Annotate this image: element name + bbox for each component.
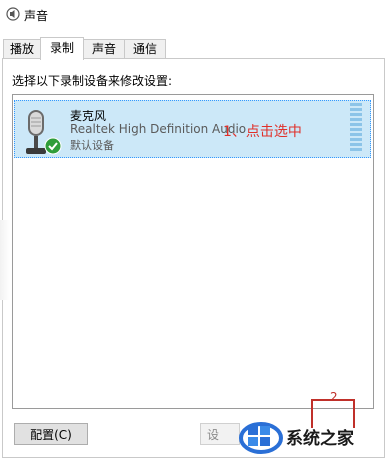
speaker-icon	[6, 7, 20, 21]
annotation-step1: 1、点击选中	[223, 124, 302, 140]
watermark: 系统之家	[230, 412, 388, 458]
watermark-text: 系统之家	[286, 429, 354, 449]
level-meter	[350, 103, 362, 155]
list-shadow	[0, 220, 10, 300]
tab-strip: 播放 录制 声音 通信	[0, 37, 388, 60]
configure-button[interactable]: 配置(C)	[14, 423, 88, 445]
check-circle-icon	[44, 137, 62, 155]
device-status: 默认设备	[70, 139, 114, 152]
annotation-step2-number: 2	[330, 390, 338, 404]
logo-icon	[239, 422, 283, 454]
tab-playback[interactable]: 播放	[3, 39, 41, 59]
window-title: 声音	[24, 9, 49, 23]
device-description: Realtek High Definition Audio	[70, 122, 247, 136]
tab-recording[interactable]: 录制	[40, 37, 84, 60]
instruction-text: 选择以下录制设备来修改设置:	[12, 74, 173, 88]
tab-sounds[interactable]: 声音	[83, 39, 125, 59]
tab-communications[interactable]: 通信	[124, 39, 166, 59]
title-bar: 声音	[0, 0, 388, 30]
